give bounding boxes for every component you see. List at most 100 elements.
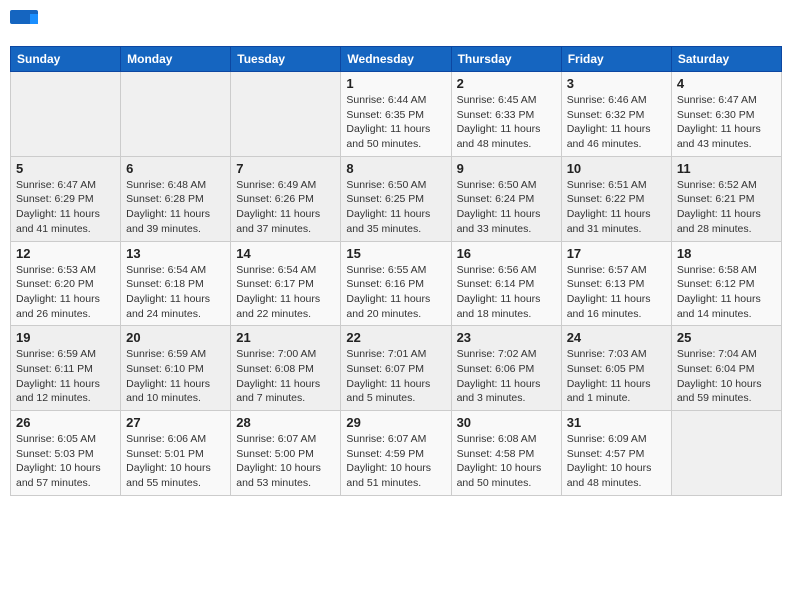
day-info: Sunrise: 6:46 AMSunset: 6:32 PMDaylight:…	[567, 93, 666, 152]
calendar-day-cell: 11 Sunrise: 6:52 AMSunset: 6:21 PMDayligh…	[671, 156, 781, 241]
calendar-day-cell	[11, 72, 121, 157]
calendar-day-cell: 15 Sunrise: 6:55 AMSunset: 6:16 PMDayligh…	[341, 241, 451, 326]
day-number: 16	[457, 246, 556, 261]
calendar-day-cell: 10 Sunrise: 6:51 AMSunset: 6:22 PMDayligh…	[561, 156, 671, 241]
calendar-day-cell: 23 Sunrise: 7:02 AMSunset: 6:06 PMDayligh…	[451, 326, 561, 411]
calendar-day-cell: 30 Sunrise: 6:08 AMSunset: 4:58 PMDayligh…	[451, 411, 561, 496]
logo-icon	[10, 10, 38, 38]
calendar-day-cell	[671, 411, 781, 496]
day-info: Sunrise: 7:03 AMSunset: 6:05 PMDaylight:…	[567, 347, 666, 406]
day-number: 30	[457, 415, 556, 430]
calendar-day-cell	[121, 72, 231, 157]
day-number: 17	[567, 246, 666, 261]
calendar-day-cell: 25 Sunrise: 7:04 AMSunset: 6:04 PMDayligh…	[671, 326, 781, 411]
calendar-week-row: 12 Sunrise: 6:53 AMSunset: 6:20 PMDayligh…	[11, 241, 782, 326]
calendar-day-cell: 5 Sunrise: 6:47 AMSunset: 6:29 PMDaylight…	[11, 156, 121, 241]
day-info: Sunrise: 6:07 AMSunset: 4:59 PMDaylight:…	[346, 432, 445, 491]
day-info: Sunrise: 6:47 AMSunset: 6:29 PMDaylight:…	[16, 178, 115, 237]
day-info: Sunrise: 6:49 AMSunset: 6:26 PMDaylight:…	[236, 178, 335, 237]
calendar-week-row: 1 Sunrise: 6:44 AMSunset: 6:35 PMDaylight…	[11, 72, 782, 157]
calendar-day-cell: 22 Sunrise: 7:01 AMSunset: 6:07 PMDayligh…	[341, 326, 451, 411]
day-info: Sunrise: 7:04 AMSunset: 6:04 PMDaylight:…	[677, 347, 776, 406]
calendar-day-cell: 8Sunrise: 6:50 AMSunset: 6:25 PMDaylight…	[341, 156, 451, 241]
day-info: Sunrise: 7:01 AMSunset: 6:07 PMDaylight:…	[346, 347, 445, 406]
day-info: Sunrise: 6:05 AMSunset: 5:03 PMDaylight:…	[16, 432, 115, 491]
calendar-day-cell: 17 Sunrise: 6:57 AMSunset: 6:13 PMDayligh…	[561, 241, 671, 326]
calendar-day-cell: 6 Sunrise: 6:48 AMSunset: 6:28 PMDaylight…	[121, 156, 231, 241]
calendar-day-cell: 26 Sunrise: 6:05 AMSunset: 5:03 PMDayligh…	[11, 411, 121, 496]
day-info: Sunrise: 6:44 AMSunset: 6:35 PMDaylight:…	[346, 93, 445, 152]
day-info: Sunrise: 6:45 AMSunset: 6:33 PMDaylight:…	[457, 93, 556, 152]
day-info: Sunrise: 6:09 AMSunset: 4:57 PMDaylight:…	[567, 432, 666, 491]
calendar-day-cell	[231, 72, 341, 157]
day-number: 20	[126, 330, 225, 345]
day-info: Sunrise: 6:47 AMSunset: 6:30 PMDaylight:…	[677, 93, 776, 152]
weekday-header-cell: Monday	[121, 47, 231, 72]
weekday-header-cell: Sunday	[11, 47, 121, 72]
day-info: Sunrise: 6:54 AMSunset: 6:18 PMDaylight:…	[126, 263, 225, 322]
day-number: 28	[236, 415, 335, 430]
calendar-day-cell: 14 Sunrise: 6:54 AMSunset: 6:17 PMDayligh…	[231, 241, 341, 326]
calendar-day-cell: 1 Sunrise: 6:44 AMSunset: 6:35 PMDaylight…	[341, 72, 451, 157]
weekday-header-cell: Friday	[561, 47, 671, 72]
day-number: 29	[346, 415, 445, 430]
calendar-week-row: 26 Sunrise: 6:05 AMSunset: 5:03 PMDayligh…	[11, 411, 782, 496]
day-info: Sunrise: 6:54 AMSunset: 6:17 PMDaylight:…	[236, 263, 335, 322]
day-info: Sunrise: 6:48 AMSunset: 6:28 PMDaylight:…	[126, 178, 225, 237]
day-number: 25	[677, 330, 776, 345]
weekday-header-cell: Wednesday	[341, 47, 451, 72]
calendar-day-cell: 29 Sunrise: 6:07 AMSunset: 4:59 PMDayligh…	[341, 411, 451, 496]
day-info: Sunrise: 6:57 AMSunset: 6:13 PMDaylight:…	[567, 263, 666, 322]
calendar-body: 1 Sunrise: 6:44 AMSunset: 6:35 PMDaylight…	[11, 72, 782, 496]
day-number: 15	[346, 246, 445, 261]
day-info: Sunrise: 6:53 AMSunset: 6:20 PMDaylight:…	[16, 263, 115, 322]
calendar-day-cell: 9Sunrise: 6:50 AMSunset: 6:24 PMDaylight…	[451, 156, 561, 241]
calendar-day-cell: 28Sunrise: 6:07 AMSunset: 5:00 PMDayligh…	[231, 411, 341, 496]
day-number: 11	[677, 161, 776, 176]
day-info: Sunrise: 6:50 AMSunset: 6:24 PMDaylight:…	[457, 178, 556, 237]
day-number: 22	[346, 330, 445, 345]
day-number: 24	[567, 330, 666, 345]
day-number: 12	[16, 246, 115, 261]
calendar-day-cell: 3 Sunrise: 6:46 AMSunset: 6:32 PMDaylight…	[561, 72, 671, 157]
day-number: 6	[126, 161, 225, 176]
weekday-header-cell: Tuesday	[231, 47, 341, 72]
day-number: 7	[236, 161, 335, 176]
calendar-week-row: 5 Sunrise: 6:47 AMSunset: 6:29 PMDaylight…	[11, 156, 782, 241]
weekday-header-cell: Thursday	[451, 47, 561, 72]
day-info: Sunrise: 6:59 AMSunset: 6:11 PMDaylight:…	[16, 347, 115, 406]
day-number: 19	[16, 330, 115, 345]
day-info: Sunrise: 6:58 AMSunset: 6:12 PMDaylight:…	[677, 263, 776, 322]
day-number: 8	[346, 161, 445, 176]
day-info: Sunrise: 6:52 AMSunset: 6:21 PMDaylight:…	[677, 178, 776, 237]
calendar-day-cell: 16 Sunrise: 6:56 AMSunset: 6:14 PMDayligh…	[451, 241, 561, 326]
day-number: 14	[236, 246, 335, 261]
calendar-day-cell: 7 Sunrise: 6:49 AMSunset: 6:26 PMDaylight…	[231, 156, 341, 241]
calendar-day-cell: 18 Sunrise: 6:58 AMSunset: 6:12 PMDayligh…	[671, 241, 781, 326]
day-info: Sunrise: 6:55 AMSunset: 6:16 PMDaylight:…	[346, 263, 445, 322]
logo	[10, 10, 40, 38]
day-number: 13	[126, 246, 225, 261]
calendar-day-cell: 13 Sunrise: 6:54 AMSunset: 6:18 PMDayligh…	[121, 241, 231, 326]
day-info: Sunrise: 6:51 AMSunset: 6:22 PMDaylight:…	[567, 178, 666, 237]
day-number: 26	[16, 415, 115, 430]
day-info: Sunrise: 7:00 AMSunset: 6:08 PMDaylight:…	[236, 347, 335, 406]
calendar-table: SundayMondayTuesdayWednesdayThursdayFrid…	[10, 46, 782, 496]
day-info: Sunrise: 6:08 AMSunset: 4:58 PMDaylight:…	[457, 432, 556, 491]
weekday-header-row: SundayMondayTuesdayWednesdayThursdayFrid…	[11, 47, 782, 72]
day-info: Sunrise: 7:02 AMSunset: 6:06 PMDaylight:…	[457, 347, 556, 406]
day-number: 1	[346, 76, 445, 91]
day-number: 23	[457, 330, 556, 345]
calendar-day-cell: 27Sunrise: 6:06 AMSunset: 5:01 PMDayligh…	[121, 411, 231, 496]
day-number: 4	[677, 76, 776, 91]
day-info: Sunrise: 6:59 AMSunset: 6:10 PMDaylight:…	[126, 347, 225, 406]
day-number: 5	[16, 161, 115, 176]
day-number: 3	[567, 76, 666, 91]
calendar-week-row: 19 Sunrise: 6:59 AMSunset: 6:11 PMDayligh…	[11, 326, 782, 411]
day-number: 18	[677, 246, 776, 261]
day-info: Sunrise: 6:56 AMSunset: 6:14 PMDaylight:…	[457, 263, 556, 322]
page-header	[10, 10, 782, 38]
weekday-header-cell: Saturday	[671, 47, 781, 72]
day-number: 10	[567, 161, 666, 176]
calendar-day-cell: 19 Sunrise: 6:59 AMSunset: 6:11 PMDayligh…	[11, 326, 121, 411]
